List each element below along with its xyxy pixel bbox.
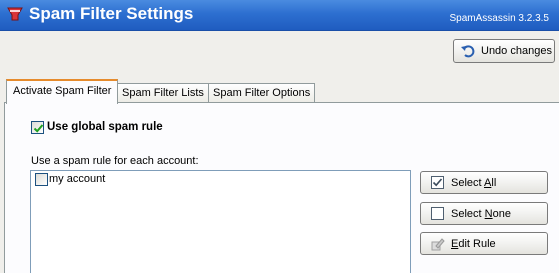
tab-label: Spam Filter Options <box>213 87 311 99</box>
account-checkbox[interactable] <box>35 173 48 186</box>
version-label: SpamAssassin 3.2.3.5 <box>449 13 550 24</box>
select-all-label: Select All <box>451 176 497 189</box>
tab-label: Spam Filter Lists <box>122 87 204 99</box>
title-bar: Spam Filter Settings SpamAssassin 3.2.3.… <box>0 0 559 31</box>
edit-rule-button[interactable]: Edit Rule <box>420 232 548 255</box>
tab-activate-spam-filter[interactable]: Activate Spam Filter <box>6 79 119 104</box>
tab-spam-filter-lists[interactable]: Spam Filter Lists <box>117 83 209 103</box>
per-account-label: Use a spam rule for each account: <box>31 155 199 167</box>
undo-changes-label: Undo changes <box>481 45 552 57</box>
account-item-label: my account <box>49 173 106 185</box>
empty-box-icon <box>431 207 444 220</box>
select-all-button[interactable]: Select All <box>420 171 548 194</box>
edit-rule-label: Edit Rule <box>451 237 496 250</box>
edit-rule-icon <box>431 237 445 251</box>
spam-filter-icon <box>6 6 24 22</box>
undo-icon <box>460 43 476 59</box>
tab-label: Activate Spam Filter <box>13 85 112 97</box>
checked-box-icon <box>431 176 444 189</box>
account-list[interactable] <box>30 170 411 273</box>
undo-changes-button[interactable]: Undo changes <box>453 39 555 63</box>
check-icon <box>33 124 44 133</box>
global-spam-rule-label: Use global spam rule <box>47 121 163 133</box>
select-none-label: Select None <box>451 207 511 220</box>
select-none-button[interactable]: Select None <box>420 202 548 225</box>
tab-spam-filter-options[interactable]: Spam Filter Options <box>208 83 316 103</box>
window-title: Spam Filter Settings <box>29 4 194 23</box>
global-spam-rule-checkbox[interactable] <box>31 121 44 134</box>
